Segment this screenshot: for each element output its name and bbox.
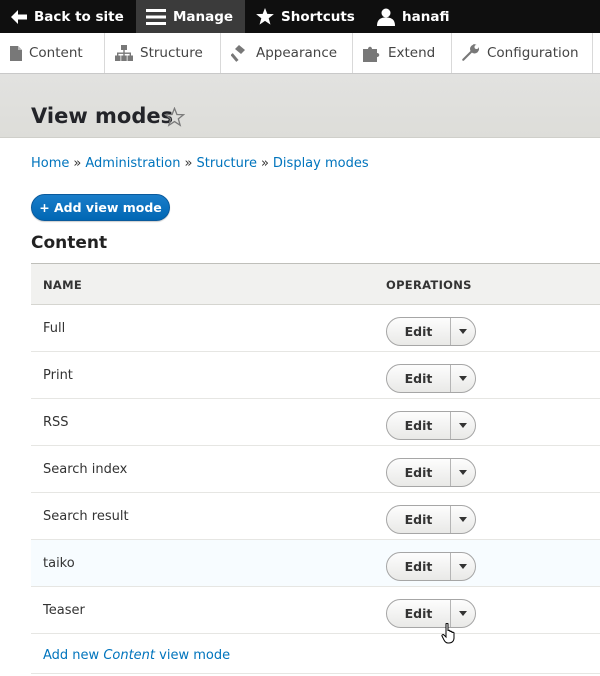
caret-down-icon — [459, 376, 467, 381]
arrow-left-icon — [11, 9, 27, 24]
table-footer-row: Add new Content view mode — [31, 634, 600, 674]
table-row: Search result Edit — [31, 493, 600, 540]
section-title: Content — [31, 233, 108, 253]
menu-item-extend[interactable]: Extend — [353, 33, 452, 73]
user-name: hanafi — [402, 8, 450, 25]
add-new-prefix: Add new — [43, 648, 100, 663]
table-row: taiko Edit — [31, 540, 600, 587]
dropdown-toggle[interactable] — [451, 459, 475, 486]
dropdown-toggle[interactable] — [451, 412, 475, 439]
breadcrumb-structure[interactable]: Structure — [196, 156, 256, 171]
dropdown-toggle[interactable] — [451, 553, 475, 580]
view-mode-name: Full — [43, 321, 66, 336]
edit-button[interactable]: Edit — [387, 459, 451, 486]
operations-dropbutton: Edit — [386, 552, 476, 581]
table-row: RSS Edit — [31, 399, 600, 446]
operations-dropbutton: Edit — [386, 411, 476, 440]
paint-roller-icon — [231, 44, 245, 62]
menu-item-content[interactable]: Content — [0, 33, 105, 73]
document-icon — [10, 45, 22, 61]
user-tab[interactable]: hanafi — [363, 0, 459, 33]
breadcrumb-home[interactable]: Home — [31, 156, 69, 171]
edit-button[interactable]: Edit — [387, 506, 451, 533]
operations-dropbutton: Edit — [386, 317, 476, 346]
edit-button[interactable]: Edit — [387, 412, 451, 439]
user-icon — [377, 8, 395, 26]
hamburger-menu-icon — [146, 8, 166, 25]
caret-down-icon — [459, 517, 467, 522]
menu-label-structure: Structure — [140, 45, 203, 61]
breadcrumb: Home» Administration» Structure» Display mo… — [31, 156, 369, 171]
edit-button[interactable]: Edit — [387, 318, 451, 345]
menu-label-appearance: Appearance — [256, 45, 338, 61]
view-mode-name: Search index — [43, 462, 128, 477]
dropdown-toggle[interactable] — [451, 318, 475, 345]
add-new-view-mode-link[interactable]: Add new Content view mode — [43, 648, 230, 663]
view-mode-name: taiko — [43, 556, 75, 571]
menu-item-appearance[interactable]: Appearance — [221, 33, 353, 73]
menu-label-content: Content — [29, 45, 83, 61]
view-mode-name: Search result — [43, 509, 129, 524]
breadcrumb-separator: » — [184, 156, 193, 171]
back-to-site-link[interactable]: Back to site — [0, 0, 136, 33]
operations-dropbutton: Edit — [386, 599, 476, 628]
manage-label: Manage — [173, 8, 234, 25]
top-toolbar: Back to site Manage Shortcuts hanafi — [0, 0, 600, 33]
caret-down-icon — [459, 564, 467, 569]
menu-label-configuration: Configuration — [487, 45, 579, 61]
table-header: NAME OPERATIONS — [31, 264, 600, 305]
wrench-icon — [462, 44, 479, 61]
table-row: Print Edit — [31, 352, 600, 399]
manage-tab[interactable]: Manage — [136, 0, 245, 33]
column-header-name: NAME — [43, 278, 83, 292]
sitemap-icon — [115, 45, 133, 61]
add-view-mode-button[interactable]: + Add view mode — [31, 194, 170, 221]
breadcrumb-administration[interactable]: Administration — [85, 156, 180, 171]
shortcuts-label: Shortcuts — [281, 8, 355, 25]
caret-down-icon — [459, 470, 467, 475]
shortcuts-tab[interactable]: Shortcuts — [245, 0, 363, 33]
view-mode-name: Teaser — [43, 603, 85, 618]
table-row: Search index Edit — [31, 446, 600, 493]
admin-menu: Content Structure Appearance Extend Conf… — [0, 33, 600, 74]
menu-item-configuration[interactable]: Configuration — [452, 33, 593, 73]
view-mode-name: Print — [43, 368, 73, 383]
breadcrumb-separator: » — [260, 156, 269, 171]
operations-dropbutton: Edit — [386, 364, 476, 393]
table-row: Teaser Edit — [31, 587, 600, 634]
hand-cursor-icon — [441, 623, 455, 644]
menu-item-structure[interactable]: Structure — [105, 33, 221, 73]
puzzle-icon — [363, 46, 380, 62]
breadcrumb-display-modes[interactable]: Display modes — [273, 156, 369, 171]
caret-down-icon — [459, 329, 467, 334]
star-icon — [256, 8, 274, 25]
menu-label-extend: Extend — [388, 45, 436, 61]
caret-down-icon — [459, 423, 467, 428]
breadcrumb-separator: » — [73, 156, 82, 171]
add-new-entity: Content — [103, 648, 156, 663]
view-modes-table: NAME OPERATIONS Full Edit Print Edit RSS… — [31, 263, 600, 674]
dropdown-toggle[interactable] — [451, 365, 475, 392]
back-to-site-label: Back to site — [34, 8, 124, 25]
view-mode-name: RSS — [43, 415, 69, 430]
page-title: View modes — [31, 104, 174, 128]
column-header-operations: OPERATIONS — [386, 278, 472, 292]
operations-dropbutton: Edit — [386, 505, 476, 534]
operations-dropbutton: Edit — [386, 458, 476, 487]
dropdown-toggle[interactable] — [451, 506, 475, 533]
edit-button[interactable]: Edit — [387, 365, 451, 392]
caret-down-icon — [459, 611, 467, 616]
edit-button[interactable]: Edit — [387, 553, 451, 580]
star-outline-icon[interactable] — [164, 107, 185, 127]
table-row: Full Edit — [31, 305, 600, 352]
add-new-suffix: view mode — [159, 648, 231, 663]
